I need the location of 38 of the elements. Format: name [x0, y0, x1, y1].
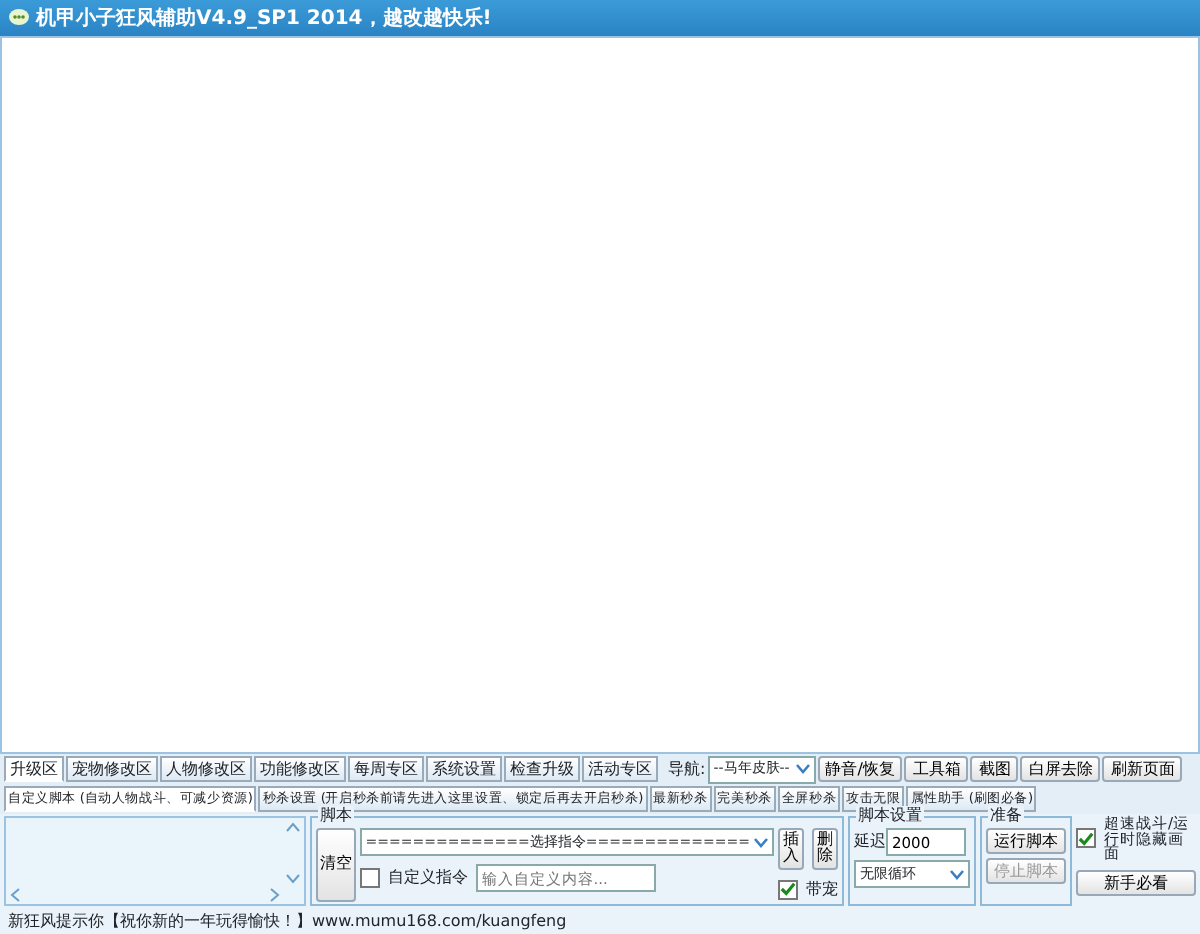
- group-title: 准备: [988, 806, 1024, 826]
- tab[interactable]: 升级区: [4, 756, 64, 782]
- tab[interactable]: 每周专区: [348, 756, 424, 782]
- script-text-area[interactable]: [4, 816, 306, 906]
- group-title: 脚本: [317, 806, 354, 826]
- tab[interactable]: 系统设置: [426, 756, 502, 782]
- checkbox[interactable]: [778, 879, 798, 900]
- scroll-up-icon[interactable]: [285, 822, 300, 832]
- checkbox-label[interactable]: 自定义指令: [387, 866, 468, 890]
- delay-label: 延迟: [854, 830, 886, 854]
- tab[interactable]: 检查升级: [504, 756, 580, 782]
- checkbox[interactable]: [359, 868, 380, 888]
- checkbox-label[interactable]: 带宠: [806, 877, 838, 902]
- tab[interactable]: 活动专区: [582, 756, 658, 782]
- window-title: 机甲小子狂风辅助V4.9_SP1 2014，越改越快乐!: [36, 5, 492, 33]
- guide-button[interactable]: 新手必看: [1076, 869, 1196, 895]
- toolbar-button[interactable]: 截图: [970, 756, 1019, 782]
- caret-icon: [795, 764, 810, 774]
- toolbar-button[interactable]: 静音/恢复: [817, 756, 903, 782]
- tab[interactable]: 宠物修改区: [66, 756, 158, 782]
- run-script-button[interactable]: 运行脚本: [986, 828, 1066, 854]
- clear-button[interactable]: 清空: [315, 828, 356, 902]
- scroll-right-icon[interactable]: [269, 888, 280, 902]
- tab[interactable]: 功能修改区: [254, 756, 346, 782]
- insert-button[interactable]: 插入: [778, 828, 804, 870]
- checkbox[interactable]: [1076, 828, 1096, 849]
- toolbar-button[interactable]: 刷新页面: [1102, 756, 1183, 782]
- caret-icon: [950, 869, 964, 879]
- chat-bubble-icon: [8, 8, 30, 28]
- delete-button[interactable]: 删除: [812, 828, 838, 870]
- toolbar-button[interactable]: 工具箱: [904, 756, 969, 782]
- toolbar-button[interactable]: 白屏去除: [1020, 756, 1101, 782]
- group-title: 脚本设置: [856, 806, 924, 826]
- scroll-left-icon[interactable]: [10, 888, 20, 902]
- scroll-down-icon[interactable]: [285, 874, 300, 884]
- nav-label: 导航:: [668, 757, 706, 781]
- caret-icon: [754, 837, 768, 847]
- tab[interactable]: 人物修改区: [160, 756, 252, 782]
